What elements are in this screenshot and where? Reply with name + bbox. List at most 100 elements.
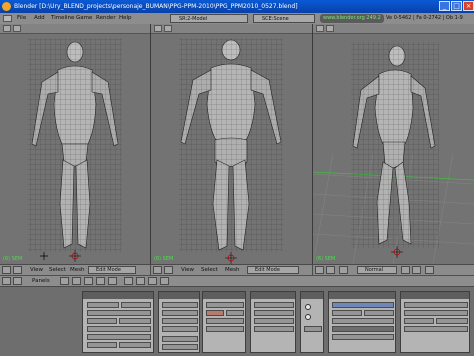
panel-field[interactable]	[87, 334, 151, 340]
panel-field[interactable]	[332, 302, 394, 308]
menu-view[interactable]: View	[181, 265, 194, 275]
viewport-object-label: (6) SEM	[154, 256, 174, 262]
panel-field[interactable]	[206, 326, 244, 332]
view3d-type-icon[interactable]	[316, 25, 324, 32]
radio-button[interactable]	[305, 314, 311, 320]
menu-render[interactable]: Render	[96, 13, 116, 24]
mode-selector[interactable]: Edit Mode	[247, 266, 299, 274]
panel-field[interactable]	[364, 310, 394, 316]
menu-select[interactable]: Select	[49, 265, 66, 275]
menu-toggle-button[interactable]	[164, 266, 173, 274]
context-button[interactable]	[60, 277, 69, 285]
view3d-menu-icon[interactable]	[326, 25, 334, 32]
panel-field[interactable]	[162, 336, 198, 342]
panel-field[interactable]	[206, 318, 244, 324]
panel-field[interactable]	[162, 310, 198, 316]
viewport-front[interactable]: (6) SEM	[0, 24, 151, 264]
panel-field[interactable]	[226, 310, 244, 316]
panel-header	[301, 292, 323, 299]
panel-field[interactable]	[162, 318, 198, 324]
panel-field[interactable]	[87, 318, 117, 324]
maximize-button[interactable]: □	[451, 1, 462, 11]
panel-field[interactable]	[87, 310, 151, 316]
blender-logo-icon	[2, 2, 11, 11]
panel-field[interactable]	[87, 326, 151, 332]
panel-field[interactable]	[332, 326, 394, 332]
radio-button[interactable]	[305, 304, 311, 310]
panel-field[interactable]	[206, 302, 244, 308]
panel-header	[159, 292, 199, 299]
layer-button[interactable]	[425, 266, 434, 274]
panel-field[interactable]	[304, 326, 322, 332]
menu-mesh[interactable]: Mesh	[225, 265, 239, 275]
panel-field[interactable]	[119, 342, 151, 348]
menu-select[interactable]: Select	[201, 265, 218, 275]
menu-mesh[interactable]: Mesh	[70, 265, 84, 275]
panel-field[interactable]	[404, 326, 468, 332]
context-button[interactable]	[84, 277, 93, 285]
context-button[interactable]	[108, 277, 117, 285]
panel-field[interactable]	[254, 310, 294, 316]
menu-add[interactable]: Add	[34, 13, 45, 24]
menu-file[interactable]: File	[17, 13, 26, 24]
panel-field[interactable]	[162, 344, 198, 350]
panel-field[interactable]	[332, 334, 394, 340]
context-button[interactable]	[124, 277, 133, 285]
view3d-type-icon[interactable]	[3, 25, 11, 32]
buttons-window	[0, 286, 474, 356]
pivot-selector[interactable]: Normal	[357, 266, 397, 274]
viewport-object-label: (6) SEM	[316, 256, 336, 262]
transform-widget-button[interactable]	[339, 266, 348, 274]
minimize-button[interactable]: _	[439, 1, 450, 11]
panel-field[interactable]	[254, 318, 294, 324]
menu-toggle-button[interactable]	[13, 266, 22, 274]
menu-timeline[interactable]: Timeline	[51, 13, 74, 24]
context-button[interactable]	[72, 277, 81, 285]
viewport-perspective[interactable]: (6) SEM	[313, 24, 474, 264]
snap-button[interactable]	[401, 266, 410, 274]
panel-field[interactable]	[404, 318, 434, 324]
panel-field[interactable]	[87, 302, 119, 308]
menu-toggle-button[interactable]	[326, 266, 335, 274]
menu-toggle-button[interactable]	[13, 277, 22, 285]
panel-field[interactable]	[162, 302, 198, 308]
panel-field[interactable]	[404, 310, 468, 316]
view3d-menu-icon[interactable]	[13, 25, 21, 32]
context-button[interactable]	[148, 277, 157, 285]
shapes-panel	[300, 291, 324, 353]
proportional-button[interactable]	[412, 266, 421, 274]
scene-selector[interactable]: SCE:Scene	[253, 14, 315, 23]
context-button[interactable]	[136, 277, 145, 285]
panel-field[interactable]	[162, 326, 198, 332]
panel-field[interactable]	[254, 302, 294, 308]
panel-field[interactable]	[332, 310, 362, 316]
context-button[interactable]	[160, 277, 169, 285]
view3d-type-icon[interactable]	[154, 25, 162, 32]
panel-field[interactable]	[254, 326, 294, 332]
panel-field[interactable]	[332, 318, 394, 324]
panel-field[interactable]	[404, 302, 468, 308]
panel-toggle[interactable]	[206, 310, 224, 316]
editor-type-button[interactable]	[2, 266, 11, 274]
viewport-back[interactable]: (6) SEM	[151, 24, 313, 264]
panel-field[interactable]	[436, 318, 468, 324]
panel-header	[401, 292, 469, 299]
panel-header	[83, 292, 153, 299]
editor-type-button[interactable]	[2, 277, 11, 285]
panel-header	[203, 292, 245, 299]
context-button[interactable]	[96, 277, 105, 285]
menu-game[interactable]: Game	[76, 13, 92, 24]
mode-selector[interactable]: Edit Mode	[88, 266, 136, 274]
editor-type-button[interactable]	[153, 266, 162, 274]
modifiers-panel	[250, 291, 296, 353]
panel-field[interactable]	[121, 302, 151, 308]
menu-view[interactable]: View	[30, 265, 43, 275]
screen-selector[interactable]: SR:2-Model	[170, 14, 248, 23]
panel-field[interactable]	[87, 342, 117, 348]
editor-type-button[interactable]	[315, 266, 324, 274]
panel-field[interactable]	[119, 318, 151, 324]
info-window-icon[interactable]	[3, 15, 12, 22]
menu-help[interactable]: Help	[119, 13, 132, 24]
view3d-menu-icon[interactable]	[164, 25, 172, 32]
close-button[interactable]: ×	[463, 1, 474, 11]
